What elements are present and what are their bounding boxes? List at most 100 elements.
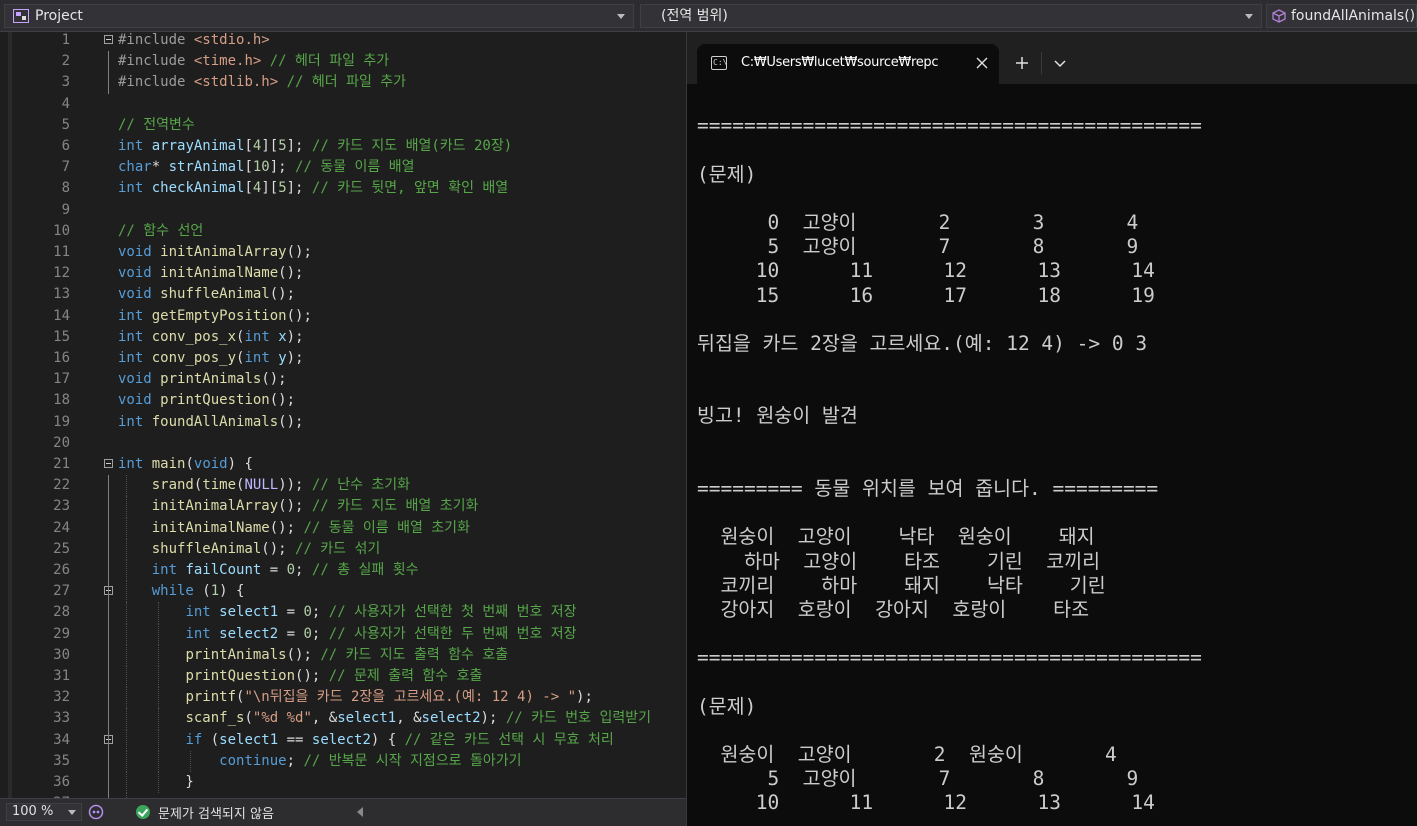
- code-line[interactable]: 4: [0, 94, 686, 115]
- code-text: int foundAllAnimals();: [118, 413, 304, 430]
- line-number: 10: [53, 222, 70, 239]
- code-line[interactable]: 29 int select2 = 0; // 사용자가 선택한 두 번째 번호 …: [0, 623, 686, 645]
- project-dropdown[interactable]: Project: [4, 4, 634, 28]
- code-line[interactable]: 6 int arrayAnimal[4][5]; // 카드 지도 배열(카드 2…: [0, 136, 686, 157]
- code-text: initAnimalArray(); // 카드 지도 배열 초기화: [151, 498, 479, 515]
- terminal-line: 빙고! 원숭이 발견: [697, 404, 858, 428]
- line-number: 24: [53, 519, 70, 536]
- collapse-toggle-icon[interactable]: [104, 459, 113, 468]
- code-line[interactable]: 22 srand(time(NULL)); // 난수 초기화: [0, 475, 686, 497]
- code-text: #include <time.h> // 헤더 파일 추가: [118, 53, 390, 70]
- code-line[interactable]: 13 void shuffleAnimal();: [0, 284, 686, 305]
- outline-bar: [108, 729, 109, 751]
- terminal-line: 5 고양이 7 8 9: [697, 767, 1139, 791]
- code-text: int select1 = 0; // 사용자가 선택한 첫 번째 번호 저장: [185, 604, 577, 621]
- code-line[interactable]: 16 int conv_pos_y(int y);: [0, 348, 686, 369]
- code-line[interactable]: 10 // 함수 선언: [0, 221, 686, 242]
- status-bar: 100 % 문제가 검색되지 않음: [0, 798, 686, 826]
- line-number: 32: [53, 689, 70, 706]
- code-line[interactable]: 33 scanf_s("%d %d", &select1, &select2);…: [0, 708, 686, 730]
- code-line[interactable]: 23 initAnimalArray(); // 카드 지도 배열 초기화: [0, 496, 686, 518]
- terminal-tab[interactable]: C:\ C:₩Users₩lucet₩source₩repc: [697, 44, 999, 84]
- code-line[interactable]: 12 void initAnimalName();: [0, 263, 686, 284]
- code-text: void initAnimalName();: [118, 265, 304, 282]
- line-number: 25: [53, 540, 70, 557]
- code-text: printQuestion(); // 문제 출력 함수 호출: [185, 668, 483, 684]
- line-number: 26: [53, 562, 70, 578]
- terminal-line: ========================================…: [697, 114, 1202, 138]
- member-dropdown[interactable]: foundAllAnimals(): [1266, 4, 1417, 28]
- code-line[interactable]: 5 // 전역변수: [0, 115, 686, 136]
- line-number: 4: [61, 95, 70, 112]
- line-number: 16: [53, 350, 70, 366]
- line-number: 21: [53, 456, 70, 472]
- outline-bar: [108, 475, 109, 497]
- terminal-window: C:\ C:₩Users₩lucet₩source₩repc =========…: [686, 32, 1417, 826]
- code-line[interactable]: 21 int main(void) {: [0, 454, 686, 475]
- scroll-left-arrow[interactable]: [357, 807, 363, 817]
- code-line[interactable]: 8 int checkAnimal[4][5]; // 카드 뒷면, 앞면 확인 …: [0, 178, 686, 199]
- line-number: 34: [53, 731, 70, 748]
- outline-bar: [108, 602, 109, 624]
- code-line[interactable]: 34 if (select1 == select2) { // 같은 카드 선택…: [0, 729, 686, 751]
- line-number: 12: [53, 265, 70, 282]
- code-line[interactable]: 9: [0, 200, 686, 221]
- code-text: int conv_pos_y(int y);: [118, 350, 304, 366]
- outline-bar: [108, 708, 109, 730]
- line-number: 31: [53, 668, 70, 684]
- line-number: 29: [53, 625, 70, 642]
- terminal-line: 원숭이 고양이 낙타 원숭이 돼지: [697, 525, 1095, 549]
- code-line[interactable]: 20: [0, 433, 686, 454]
- code-text: printAnimals(); // 카드 지도 출력 함수 호출: [185, 646, 509, 663]
- issues-status[interactable]: 문제가 검색되지 않음: [158, 803, 274, 822]
- code-line[interactable]: 19 int foundAllAnimals();: [0, 412, 686, 433]
- chevron-down-icon: [68, 810, 76, 815]
- code-line[interactable]: 25 shuffleAnimal(); // 카드 섞기: [0, 538, 686, 560]
- code-line[interactable]: 17 void printAnimals();: [0, 369, 686, 390]
- code-line[interactable]: 11 void initAnimalArray();: [0, 242, 686, 263]
- line-number: 8: [61, 180, 70, 197]
- zoom-dropdown[interactable]: 100 %: [6, 803, 82, 821]
- code-line[interactable]: 1 #include <stdio.h>: [0, 32, 686, 51]
- code-line[interactable]: 18 void printQuestion();: [0, 390, 686, 411]
- close-icon[interactable]: [973, 54, 991, 72]
- code-line[interactable]: 31 printQuestion(); // 문제 출력 함수 호출: [0, 666, 686, 688]
- chevron-down-icon[interactable]: [1049, 52, 1071, 74]
- code-line[interactable]: 30 printAnimals(); // 카드 지도 출력 함수 호출: [0, 644, 686, 666]
- line-number: 30: [53, 646, 70, 663]
- code-text: }: [118, 774, 194, 790]
- collapse-toggle-icon[interactable]: [104, 35, 113, 44]
- code-text: printf("\n뒤집을 카드 2장을 고르세요.(예: 12 4) -> "…: [185, 689, 593, 706]
- code-line[interactable]: 36 }: [0, 772, 686, 794]
- zoom-level: 100 %: [12, 804, 54, 819]
- outline-bar: [108, 560, 109, 582]
- code-text: if (select1 == select2) { // 같은 카드 선택 시 …: [185, 731, 614, 748]
- terminal-line: 10 11 12 13 14: [697, 259, 1155, 283]
- code-text: // 전역변수: [118, 116, 195, 133]
- scope-dropdown[interactable]: (전역 범위): [640, 4, 1262, 28]
- outline-bar: [108, 750, 109, 772]
- code-line[interactable]: 14 int getEmptyPosition();: [0, 306, 686, 327]
- code-line[interactable]: 7 char* strAnimal[10]; // 동물 이름 배열: [0, 157, 686, 178]
- new-tab-plus-icon[interactable]: [1011, 52, 1033, 74]
- outline-bar: [108, 644, 109, 666]
- code-line[interactable]: 3 #include <stdlib.h> // 헤더 파일 추가: [0, 72, 686, 94]
- line-number: 5: [61, 116, 70, 133]
- code-editor[interactable]: 1 #include <stdio.h> 2 #include <time.h> //…: [0, 32, 686, 798]
- line-number: 2: [61, 53, 70, 70]
- code-line[interactable]: 26 int failCount = 0; // 총 실패 횟수: [0, 560, 686, 582]
- scope-label: (전역 범위): [661, 8, 728, 24]
- code-line[interactable]: 27 while (1) {: [0, 581, 686, 603]
- terminal-output[interactable]: ========================================…: [697, 90, 1415, 820]
- code-text: void initAnimalArray();: [118, 244, 312, 260]
- terminal-line: 하마 고양이 타조 기린 코끼리: [697, 549, 1101, 573]
- code-line[interactable]: 35 continue; // 반복문 시작 지점으로 돌아가기: [0, 750, 686, 772]
- code-line[interactable]: 15 int conv_pos_x(int x);: [0, 327, 686, 348]
- code-line[interactable]: 28 int select1 = 0; // 사용자가 선택한 첫 번째 번호 …: [0, 602, 686, 624]
- copilot-icon[interactable]: [88, 804, 104, 820]
- code-line[interactable]: 32 printf("\n뒤집을 카드 2장을 고르세요.(예: 12 4) -…: [0, 687, 686, 709]
- code-line[interactable]: 2 #include <time.h> // 헤더 파일 추가: [0, 51, 686, 73]
- code-line[interactable]: 24 initAnimalName(); // 동물 이름 배열 초기화: [0, 517, 686, 539]
- code-text: void printAnimals();: [118, 371, 287, 388]
